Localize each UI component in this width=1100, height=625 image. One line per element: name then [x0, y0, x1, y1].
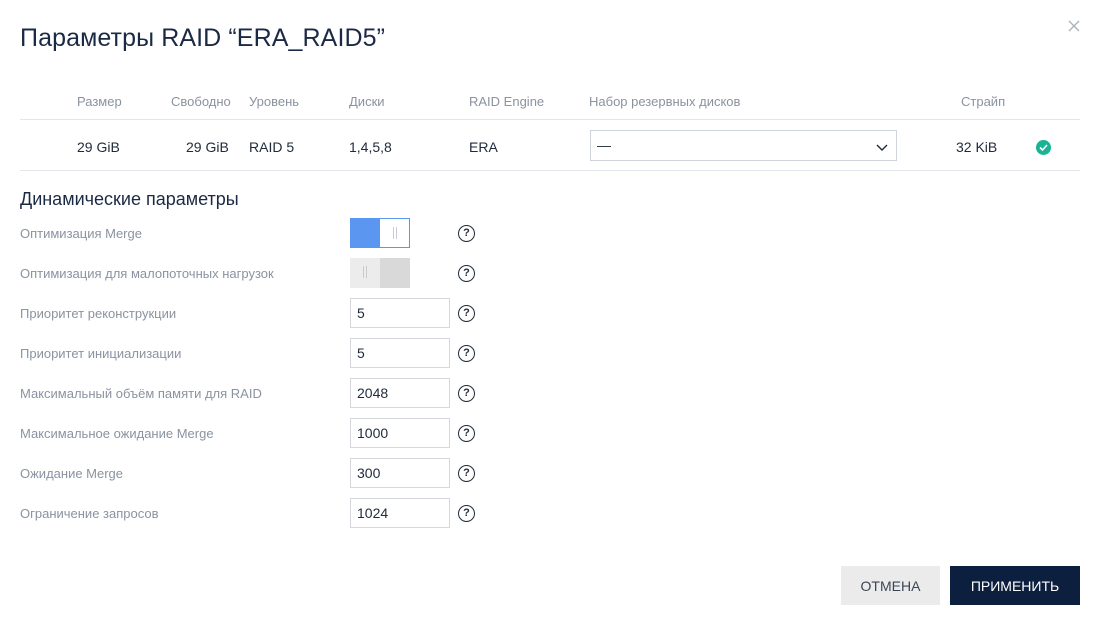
check-circle-icon	[1036, 140, 1051, 155]
help-icon[interactable]: ?	[458, 385, 475, 402]
section-title-dynamic: Динамические параметры	[20, 189, 239, 209]
low-stream-optimization-toggle[interactable]	[350, 258, 410, 288]
merge-wait-input[interactable]	[350, 458, 450, 488]
help-icon[interactable]: ?	[458, 345, 475, 362]
label-merge-optimization: Оптимизация Merge	[20, 226, 142, 241]
max-merge-wait-input[interactable]	[350, 418, 450, 448]
header-engine: RAID Engine	[469, 94, 545, 109]
label-init-priority: Приоритет инициализации	[20, 346, 182, 361]
header-stripe: Страйп	[961, 94, 1006, 109]
spare-disks-select[interactable]: —	[590, 130, 897, 161]
label-request-limit: Ограничение запросов	[20, 506, 159, 521]
raid-table-header: Размер Свободно Уровень Диски RAID Engin…	[20, 84, 1080, 120]
help-icon[interactable]: ?	[458, 305, 475, 322]
max-memory-input[interactable]	[350, 378, 450, 408]
toggle-knob	[350, 258, 380, 288]
rebuild-priority-input[interactable]	[350, 298, 450, 328]
apply-button[interactable]: ПРИМЕНИТЬ	[950, 566, 1080, 605]
init-priority-input[interactable]	[350, 338, 450, 368]
chevron-down-icon	[876, 140, 888, 152]
close-icon[interactable]	[1066, 18, 1082, 34]
spare-disks-value: —	[597, 137, 611, 153]
dialog-title: Параметры RAID “ERA_RAID5”	[20, 24, 386, 52]
merge-optimization-toggle[interactable]	[350, 218, 410, 248]
header-spares: Набор резервных дисков	[589, 94, 741, 109]
cell-disks: 1,4,5,8	[349, 139, 392, 155]
request-limit-input[interactable]	[350, 498, 450, 528]
cell-engine: ERA	[469, 139, 498, 155]
table-row: 29 GiB 29 GiB RAID 5 1,4,5,8 ERA — 32 Ki…	[20, 121, 1080, 171]
cell-level: RAID 5	[249, 139, 295, 155]
help-icon[interactable]: ?	[458, 265, 475, 282]
raid-params-dialog: Параметры RAID “ERA_RAID5” Размер Свобод…	[0, 0, 1100, 625]
help-icon[interactable]: ?	[458, 505, 475, 522]
label-rebuild-priority: Приоритет реконструкции	[20, 306, 177, 321]
toggle-knob	[380, 219, 409, 247]
help-icon[interactable]: ?	[458, 425, 475, 442]
cell-size: 29 GiB	[77, 139, 120, 155]
help-icon[interactable]: ?	[458, 465, 475, 482]
label-max-merge-wait: Максимальное ожидание Merge	[20, 426, 214, 441]
header-size: Размер	[77, 94, 122, 109]
header-level: Уровень	[249, 94, 300, 109]
header-free: Свободно	[171, 94, 231, 109]
help-icon[interactable]: ?	[458, 225, 475, 242]
label-low-stream-optimization: Оптимизация для малопоточных нагрузок	[20, 266, 274, 281]
label-max-memory: Максимальный объём памяти для RAID	[20, 386, 262, 401]
header-disks: Диски	[349, 94, 385, 109]
cell-stripe: 32 KiB	[956, 139, 998, 155]
label-merge-wait: Ожидание Merge	[20, 466, 124, 481]
cancel-button[interactable]: ОТМЕНА	[841, 566, 940, 605]
cell-free: 29 GiB	[186, 139, 229, 155]
